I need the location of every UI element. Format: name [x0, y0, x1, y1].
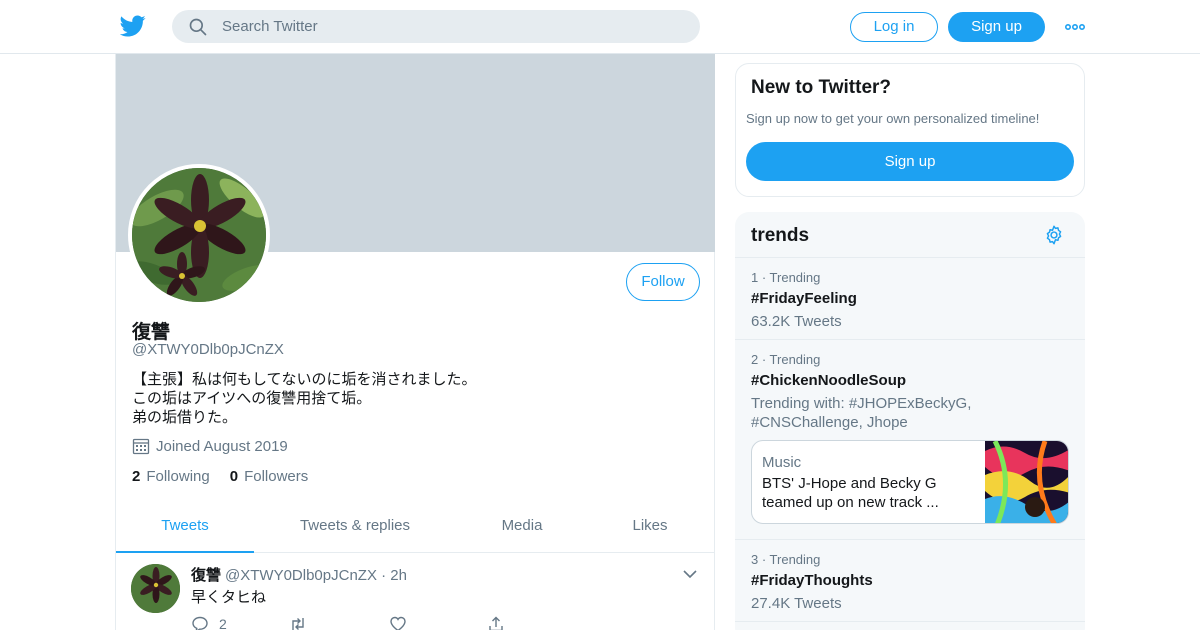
bio-line: 【主張】私は何もしてないのに垢を消されました。	[132, 371, 477, 388]
trend-tweet-count: 63.2K Tweets	[751, 313, 842, 330]
followers-link[interactable]: 0 Followers	[230, 468, 309, 485]
login-button[interactable]: Log in	[850, 12, 938, 42]
card-title: BTS' J-Hope and Becky G teamed up on new…	[762, 475, 939, 511]
like-button[interactable]	[389, 615, 407, 630]
reply-button[interactable]: 2	[191, 615, 227, 630]
search-bar[interactable]	[172, 10, 700, 43]
twitter-logo-icon[interactable]	[120, 13, 146, 39]
trends-header: trends	[735, 212, 1085, 258]
trend-related: Trending with: #JHOPExBeckyG, #CNSChalle…	[751, 395, 972, 431]
trend-meta: 1 · Trending	[751, 270, 821, 285]
tweet-author-name[interactable]: 復讐	[191, 567, 221, 584]
profile-handle: @XTWY0Dlb0pJCnZX	[132, 341, 284, 358]
calendar-icon	[132, 438, 150, 455]
chevron-down-icon[interactable]	[682, 568, 698, 580]
retweet-icon	[292, 618, 304, 630]
trend-name[interactable]: #FridayThoughts	[751, 572, 873, 589]
more-options-icon[interactable]	[1064, 18, 1086, 36]
card-category: Music	[762, 454, 802, 471]
trend-tweet-count: 27.4K Tweets	[751, 595, 842, 612]
trends-title: trends	[751, 225, 810, 246]
gear-icon[interactable]	[1043, 224, 1065, 246]
trend-item[interactable]: 2 · Trending #ChickenNoodleSoup Trending…	[735, 340, 1085, 540]
search-input[interactable]	[222, 10, 682, 43]
tweet-avatar[interactable]	[131, 564, 180, 613]
tab-likes[interactable]: Likes	[588, 502, 712, 553]
follow-counts: 2 Following 0 Followers	[132, 468, 328, 485]
tab-tweets[interactable]: Tweets	[116, 502, 254, 553]
follow-button[interactable]: Follow	[626, 263, 700, 301]
reply-count: 2	[219, 616, 227, 630]
signup-button[interactable]: Sign up	[948, 12, 1045, 42]
flower-avatar-image	[132, 168, 266, 302]
tweet-time[interactable]: · 2h	[381, 567, 407, 584]
tweet-author-handle[interactable]: @XTWY0Dlb0pJCnZX	[225, 567, 377, 584]
tweet-text: 早くタヒね	[191, 589, 267, 606]
tweet-item[interactable]: 復讐 @XTWY0Dlb0pJCnZX · 2h 早くタヒね 2	[116, 554, 715, 630]
profile-bio: 【主張】私は何もしてないのに垢を消されました。 この垢はアイツへの復讐用捨て垢。…	[132, 370, 477, 427]
flower-avatar-image	[131, 564, 180, 613]
trend-news-card[interactable]: Music BTS' J-Hope and Becky G teamed up …	[751, 440, 1069, 524]
trend-item[interactable]: 3 · Trending #FridayThoughts 27.4K Tweet…	[735, 540, 1085, 622]
tweet-header: 復讐 @XTWY0Dlb0pJCnZX · 2h	[191, 564, 407, 585]
top-bar: Log in Sign up	[0, 0, 1200, 54]
new-to-twitter-panel: New to Twitter? Sign up now to get your …	[735, 63, 1085, 197]
profile-column: Follow 復讐 @XTWY0Dlb0pJCnZX 【主張】私は何もしてないの…	[115, 54, 715, 630]
profile-tabs: Tweets Tweets & replies Media Likes	[116, 502, 715, 553]
followers-label: Followers	[244, 468, 309, 485]
bio-line: この垢はアイツへの復讐用捨て垢。	[132, 390, 372, 407]
reply-icon	[192, 616, 208, 630]
sidebar-signup-button[interactable]: Sign up	[746, 142, 1074, 181]
profile-avatar[interactable]	[128, 164, 270, 306]
trend-name[interactable]: #ChickenNoodleSoup	[751, 372, 906, 389]
tab-tweets-replies[interactable]: Tweets & replies	[254, 502, 456, 553]
tab-media[interactable]: Media	[456, 502, 588, 553]
followers-count: 0	[229, 468, 239, 485]
new-to-twitter-subtitle: Sign up now to get your own personalized…	[746, 111, 1040, 126]
bio-line: 弟の垢借りた。	[132, 409, 238, 426]
share-icon	[489, 616, 503, 630]
share-button[interactable]	[487, 615, 505, 630]
trend-item[interactable]: 1 · Trending #FridayFeeling 63.2K Tweets	[735, 258, 1085, 340]
card-thumbnail-image	[985, 441, 1068, 523]
joined-text: Joined August 2019	[156, 437, 288, 455]
following-label: Following	[146, 468, 210, 485]
trends-panel: trends 1 · Trending #FridayFeeling 63.2K…	[735, 212, 1085, 630]
trend-meta: 2 · Trending	[751, 352, 821, 367]
trend-meta: 3 · Trending	[751, 552, 821, 567]
heart-icon	[390, 616, 406, 630]
following-count: 2	[132, 468, 141, 485]
search-icon	[189, 18, 207, 36]
joined-date: Joined August 2019	[132, 437, 288, 455]
new-to-twitter-title: New to Twitter?	[751, 77, 892, 98]
following-link[interactable]: 2 Following	[132, 468, 210, 485]
retweet-button[interactable]	[289, 615, 307, 630]
tweet-actions: 2	[191, 615, 531, 630]
profile-name: 復讐	[132, 322, 171, 343]
trend-name[interactable]: #FridayFeeling	[751, 290, 857, 307]
